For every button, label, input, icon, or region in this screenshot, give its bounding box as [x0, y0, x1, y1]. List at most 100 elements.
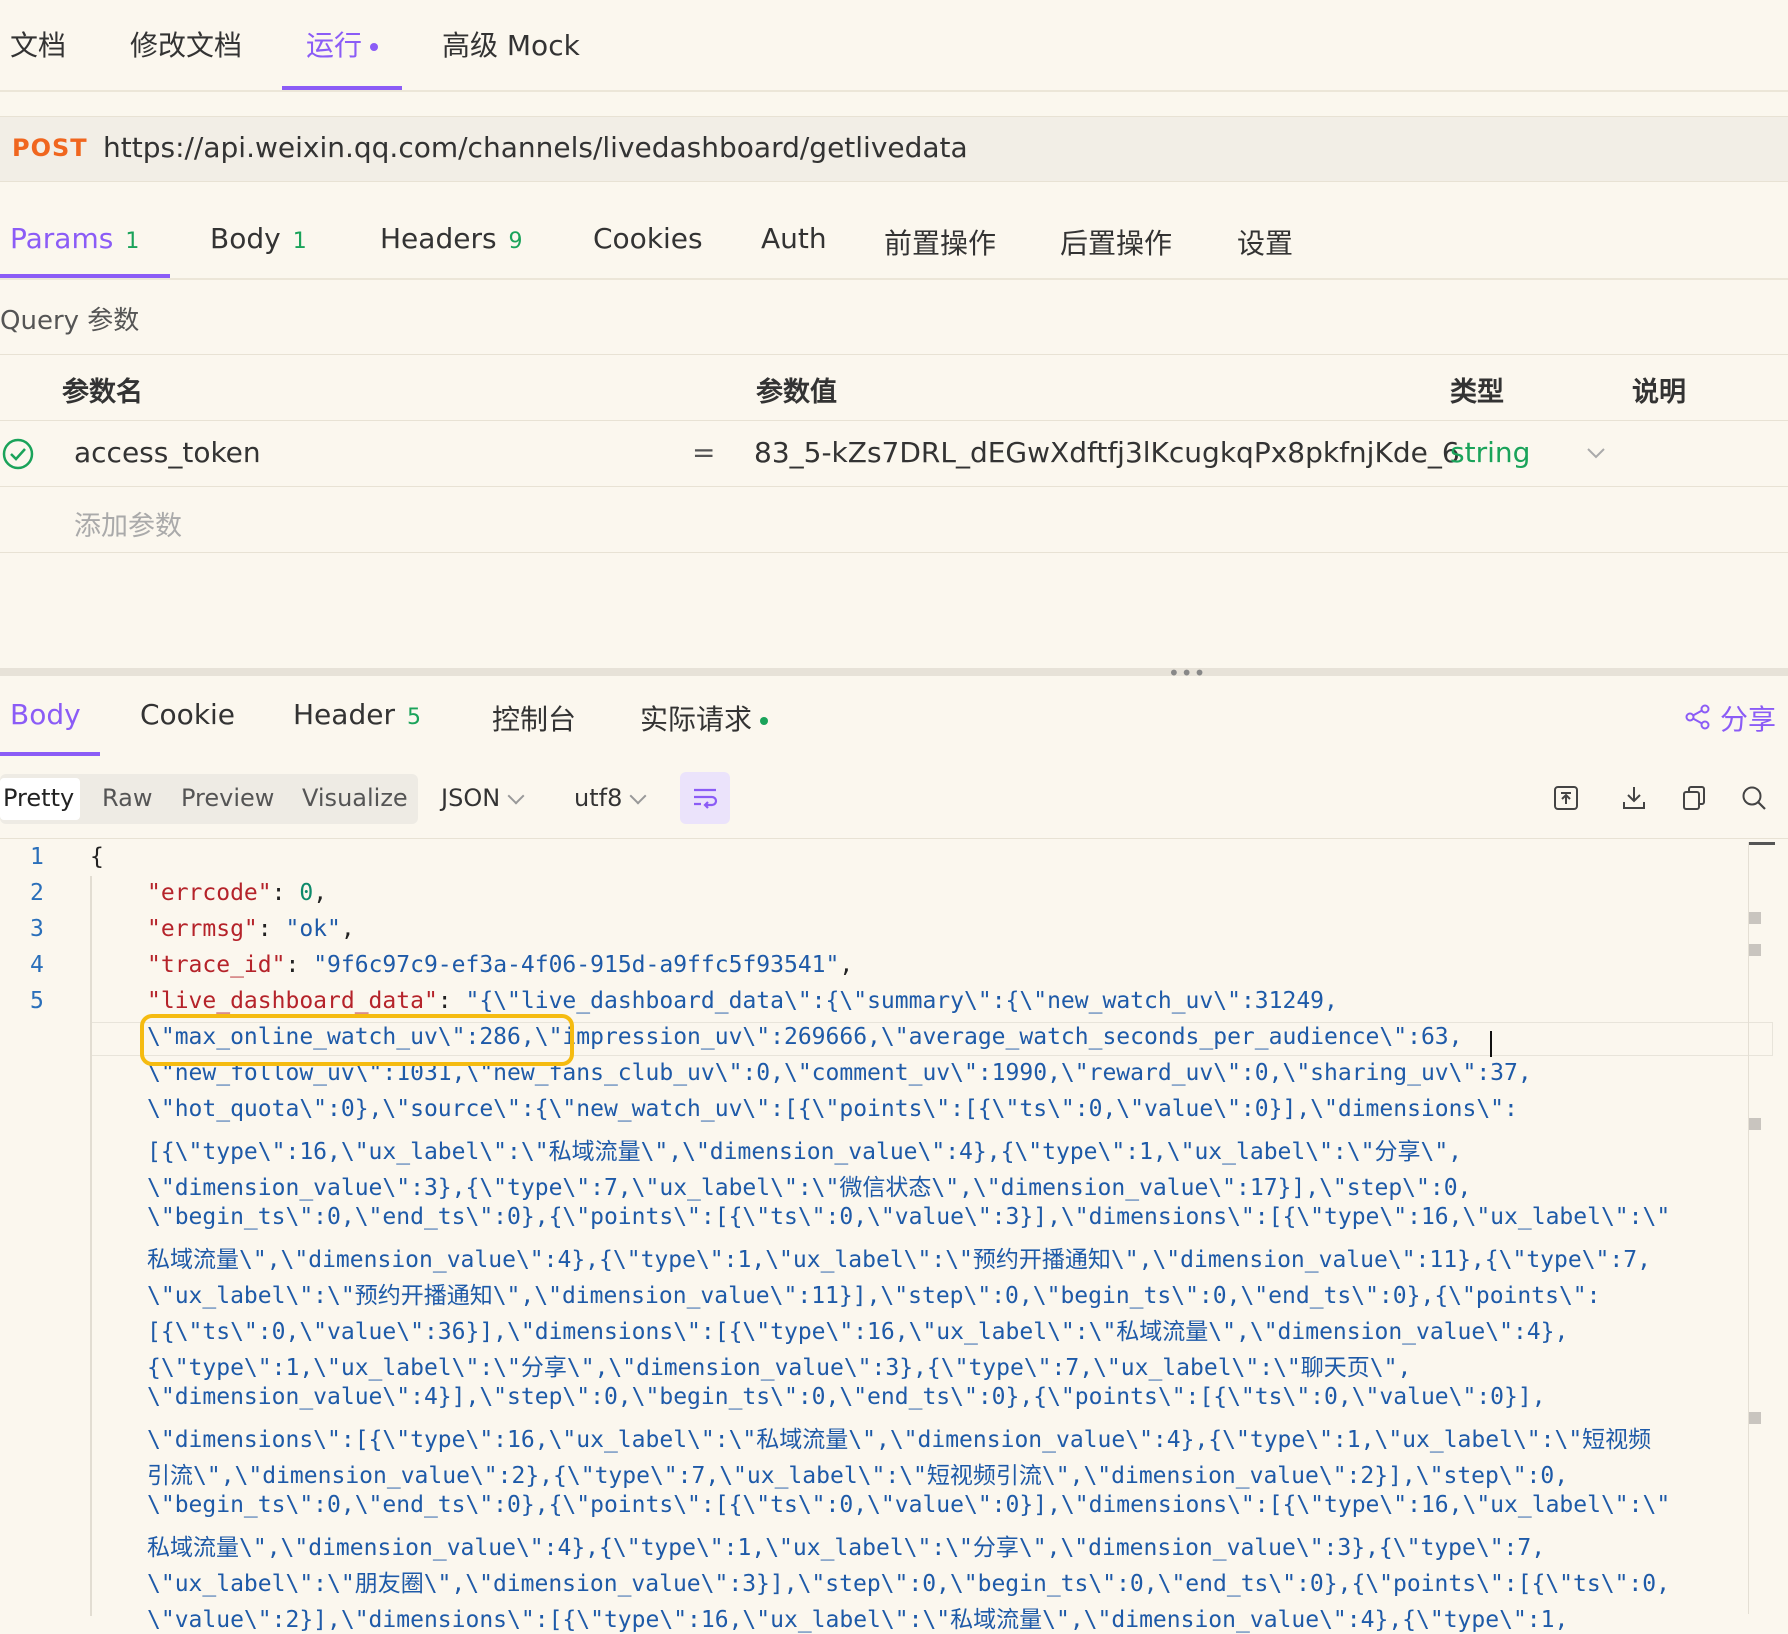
pane-resize-handle[interactable] — [0, 668, 1788, 676]
chevron-down-icon — [629, 787, 647, 805]
param-name-input[interactable]: access_token — [74, 436, 261, 469]
word-wrap-button[interactable] — [680, 772, 730, 824]
tab-response-body[interactable]: Body — [10, 698, 81, 731]
view-mode-switch: Pretty Raw Preview Visualize — [0, 774, 418, 824]
divider — [0, 552, 1788, 553]
param-type-select[interactable]: string — [1450, 436, 1530, 469]
chevron-down-icon[interactable] — [1586, 446, 1606, 460]
share-button[interactable]: 分享 — [1720, 698, 1776, 738]
editor-scrollbar[interactable] — [1748, 842, 1779, 1614]
divider — [0, 354, 1788, 355]
json-key: "errcode" — [147, 880, 272, 906]
text-cursor — [1490, 1031, 1492, 1057]
divider — [0, 420, 1788, 421]
format-select[interactable]: JSON — [441, 784, 525, 812]
code-wrap-line: 私域流量\",\"dimension_value\":4},{\"type\":… — [147, 1247, 1651, 1273]
json-string: "9f6c97c9-ef3a-4f06-915d-a9ffc5f93541" — [313, 952, 840, 978]
format-select-value: JSON — [441, 784, 501, 812]
view-mode-visualize[interactable]: Visualize — [302, 784, 408, 812]
response-tab-indicator — [0, 752, 100, 756]
params-count-badge: 1 — [125, 229, 140, 254]
status-dot-icon — [760, 717, 769, 725]
annotation-highlight-box — [140, 1014, 574, 1066]
tab-console[interactable]: 控制台 — [492, 698, 576, 738]
divider — [0, 838, 1788, 839]
tab-actual-request[interactable]: 实际请求 — [640, 698, 769, 738]
code-line: "live_dashboard_data": "{\"live_dashboar… — [147, 988, 1338, 1014]
tab-body[interactable]: Body 1 — [210, 222, 307, 255]
code-wrap-line: 引流\",\"dimension_value\":2},{\"type\":7,… — [147, 1463, 1569, 1489]
divider — [0, 486, 1788, 487]
line-number: 2 — [30, 880, 44, 906]
code-wrap-line: \"ux_label\":\"预约开播通知\",\"dimension_valu… — [147, 1283, 1601, 1309]
tab-response-header-label: Header — [293, 698, 395, 731]
json-key: "errmsg" — [147, 916, 258, 942]
word-wrap-icon — [694, 788, 718, 809]
param-equals: = — [692, 436, 716, 469]
code-wrap-line: {\"type\":1,\"ux_label\":\"分享\",\"dimens… — [147, 1355, 1412, 1381]
minimap-marker — [1749, 1412, 1761, 1424]
minimap-marker — [1749, 944, 1761, 956]
view-mode-pretty[interactable]: Pretty — [3, 784, 74, 812]
param-value-input[interactable]: 83_5-kZs7DRL_dEGwXdftfj3lKcugkqPx8pkfnjK… — [754, 436, 1460, 469]
tab-settings[interactable]: 设置 — [1237, 222, 1293, 262]
body-count-badge: 1 — [292, 229, 307, 254]
tab-auth[interactable]: Auth — [761, 222, 827, 255]
json-key: "live_dashboard_data" — [147, 988, 438, 1014]
copy-icon[interactable] — [1680, 784, 1708, 812]
line-number: 3 — [30, 916, 44, 942]
tab-run-label: 运行 — [306, 29, 363, 62]
top-tab-bar: 文档 修改文档 运行 高级 Mock — [0, 0, 1788, 92]
encoding-select[interactable]: utf8 — [574, 784, 647, 812]
request-tab-indicator — [0, 274, 170, 278]
request-tab-bar: Params 1 Body 1 Headers 9 Cookies Auth 前置操作… — [0, 200, 1788, 280]
drag-dots-icon[interactable]: ••• — [1168, 661, 1206, 685]
request-url-bar: POST https://api.weixin.qq.com/channels/… — [0, 116, 1788, 182]
code-wrap-line: 私域流量\",\"dimension_value\":4},{\"type\":… — [147, 1535, 1546, 1561]
code-wrap-line: \"begin_ts\":0,\"end_ts\":0},{\"points\"… — [147, 1204, 1671, 1230]
code-wrap-line: \"value\":2}],\"dimensions\":[{\"type\":… — [147, 1607, 1569, 1633]
code-wrap-line: [{\"ts\":0,\"value\":36}],\"dimensions\"… — [147, 1319, 1569, 1345]
collapse-icon[interactable] — [1552, 784, 1580, 812]
add-param-input[interactable]: 添加参数 — [74, 504, 182, 543]
col-header-type: 类型 — [1450, 377, 1504, 408]
minimap-marker — [1749, 1118, 1761, 1130]
query-params-label: Query 参数 — [0, 306, 140, 336]
tab-response-header[interactable]: Header 5 — [293, 698, 421, 731]
tab-params[interactable]: Params 1 — [10, 222, 139, 255]
tab-advanced-mock[interactable]: 高级 Mock — [442, 24, 580, 64]
tab-docs[interactable]: 文档 — [10, 24, 66, 64]
encoding-select-value: utf8 — [574, 784, 623, 812]
url-input[interactable]: https://api.weixin.qq.com/channels/lived… — [103, 131, 968, 164]
json-string: "ok" — [285, 916, 341, 942]
code-wrap-line: \"dimension_value\":4}],\"step\":0,\"beg… — [147, 1384, 1546, 1410]
code-wrap-line: \"ux_label\":\"朋友圈\",\"dimension_value\"… — [147, 1571, 1670, 1597]
tab-params-label: Params — [10, 222, 114, 255]
unsaved-dot-icon — [370, 43, 379, 51]
code-wrap-line: [{\"type\":16,\"ux_label\":\"私域流量\",\"di… — [147, 1139, 1463, 1165]
tab-headers[interactable]: Headers 9 — [380, 222, 523, 255]
tab-actual-request-label: 实际请求 — [640, 703, 753, 736]
json-string: "{\"live_dashboard_data\":{\"summary\":{… — [465, 988, 1338, 1014]
tab-edit-docs[interactable]: 修改文档 — [130, 24, 242, 64]
checkbox-checked-icon[interactable] — [2, 438, 34, 470]
share-icon[interactable] — [1684, 703, 1712, 731]
minimap-marker — [1749, 912, 1761, 924]
code-line: "errmsg": "ok", — [147, 916, 355, 942]
view-mode-raw[interactable]: Raw — [102, 784, 152, 812]
view-mode-preview[interactable]: Preview — [181, 784, 274, 812]
line-number: 1 — [30, 844, 44, 870]
scroll-thumb[interactable] — [1749, 842, 1775, 845]
json-key: "trace_id" — [147, 952, 286, 978]
tab-cookies[interactable]: Cookies — [593, 222, 703, 255]
tab-response-cookie[interactable]: Cookie — [140, 698, 235, 731]
col-header-description: 说明 — [1632, 377, 1686, 408]
http-method[interactable]: POST — [12, 134, 88, 162]
download-icon[interactable] — [1620, 784, 1648, 812]
json-number: 0 — [299, 880, 314, 906]
search-icon[interactable] — [1740, 784, 1768, 812]
col-header-name: 参数名 — [62, 377, 143, 408]
tab-run[interactable]: 运行 — [306, 24, 379, 64]
tab-post-processors[interactable]: 后置操作 — [1060, 222, 1172, 262]
tab-pre-processors[interactable]: 前置操作 — [884, 222, 996, 262]
